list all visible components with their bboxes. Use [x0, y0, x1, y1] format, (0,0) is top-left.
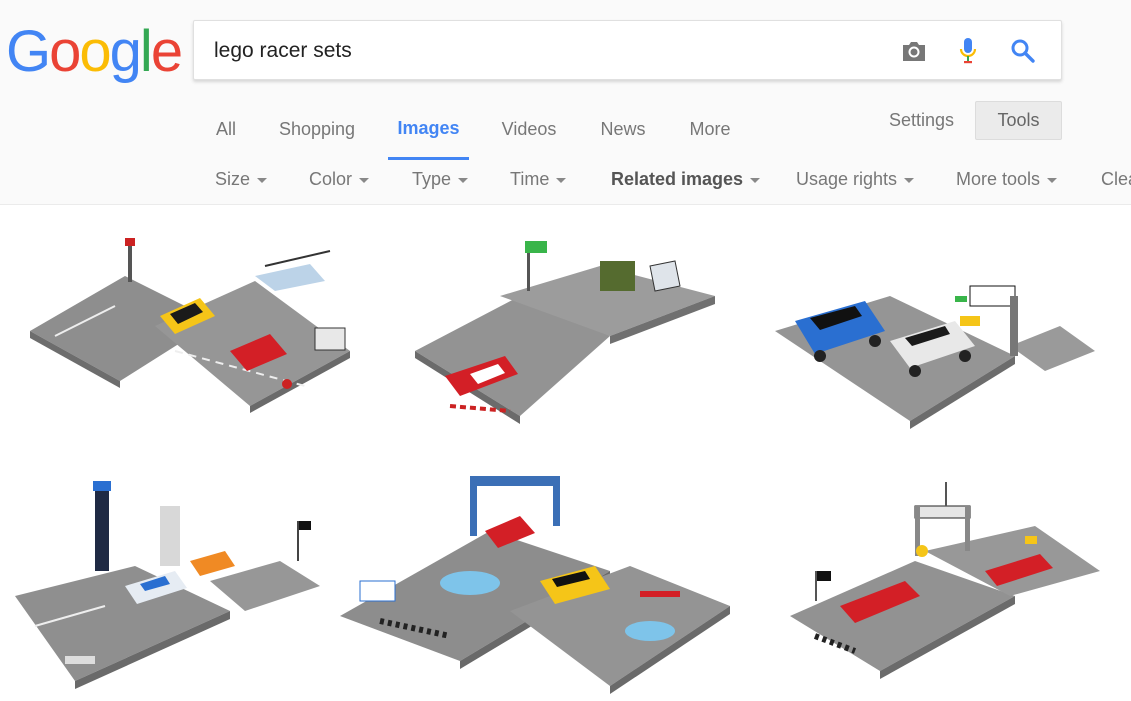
image-result[interactable] — [15, 476, 325, 696]
image-result[interactable] — [410, 236, 725, 431]
tab-videos[interactable]: Videos — [494, 100, 564, 158]
lego-set-image — [415, 241, 715, 424]
google-logo[interactable]: Google — [6, 19, 183, 84]
microphone-icon[interactable] — [952, 35, 984, 67]
caret-down-icon — [556, 177, 567, 183]
image-result[interactable] — [770, 246, 1100, 431]
color-dropdown[interactable]: Color — [309, 160, 370, 198]
image-results-grid — [0, 206, 1131, 701]
header: Google All Shopping — [0, 0, 1131, 205]
related-images-dropdown[interactable]: Related images — [611, 160, 761, 198]
color-label: Color — [309, 168, 353, 189]
logo-letter: g — [109, 19, 142, 84]
lego-set-image — [340, 476, 730, 694]
settings-link[interactable]: Settings — [889, 100, 954, 140]
type-label: Type — [412, 168, 452, 189]
lego-set-image — [775, 285, 1095, 429]
search-input[interactable] — [214, 33, 874, 69]
caret-down-icon — [750, 177, 761, 183]
tools-button[interactable]: Tools — [975, 101, 1062, 140]
usage-rights-label: Usage rights — [796, 168, 898, 189]
usage-rights-dropdown[interactable]: Usage rights — [796, 160, 915, 198]
lego-set-image — [790, 482, 1100, 679]
caret-down-icon — [458, 177, 469, 183]
search-box — [193, 20, 1062, 80]
time-label: Time — [510, 168, 550, 189]
more-tools-label: More tools — [956, 168, 1041, 189]
tab-images[interactable]: Images — [388, 100, 469, 160]
logo-letter: o — [79, 19, 111, 84]
size-label: Size — [215, 168, 251, 189]
clear-label: Clear — [1101, 168, 1131, 189]
logo-letter: o — [49, 19, 81, 84]
tools-bar: Size Color Type Time Related images Usag… — [0, 160, 1131, 200]
lego-set-image — [30, 238, 350, 413]
logo-letter: G — [6, 19, 51, 84]
search-tabs: All Shopping Images Videos News More Set… — [0, 100, 1131, 160]
tab-all[interactable]: All — [208, 100, 244, 158]
type-dropdown[interactable]: Type — [412, 160, 469, 198]
tab-news[interactable]: News — [593, 100, 653, 158]
related-images-label: Related images — [611, 168, 744, 189]
logo-letter: l — [139, 19, 153, 84]
camera-icon[interactable] — [898, 35, 930, 67]
caret-down-icon — [359, 177, 370, 183]
logo-letter: e — [150, 19, 183, 84]
more-tools-dropdown[interactable]: More tools — [956, 160, 1058, 198]
lego-set-image — [15, 481, 320, 689]
size-dropdown[interactable]: Size — [215, 160, 268, 198]
caret-down-icon — [904, 177, 915, 183]
clear-link[interactable]: Clear — [1101, 160, 1131, 198]
time-dropdown[interactable]: Time — [510, 160, 567, 198]
search-icon[interactable] — [1007, 35, 1039, 67]
image-result[interactable] — [785, 476, 1105, 686]
image-result[interactable] — [25, 236, 355, 426]
image-result[interactable] — [340, 471, 735, 696]
tab-shopping[interactable]: Shopping — [272, 100, 362, 158]
caret-down-icon — [1047, 177, 1058, 183]
tab-more[interactable]: More — [682, 100, 738, 158]
caret-down-icon — [257, 177, 268, 183]
